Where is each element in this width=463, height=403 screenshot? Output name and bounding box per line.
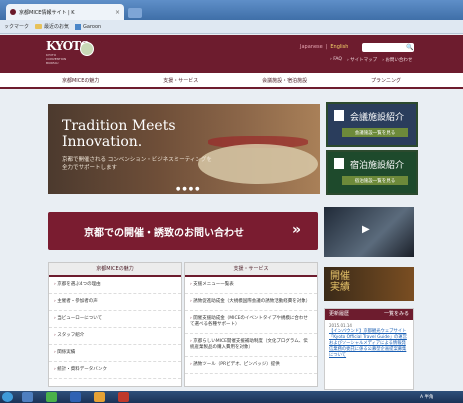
menu-header: 支援・サービス <box>185 263 317 277</box>
carousel-dots[interactable]: ●●●● <box>176 186 201 192</box>
excel-icon[interactable] <box>46 392 57 402</box>
lang-japanese-link[interactable]: Japanese <box>300 44 323 50</box>
bookmark-label: 最近のお気 <box>44 24 70 30</box>
nav-item-facilities[interactable]: 会議施設・宿泊施設 <box>262 77 307 84</box>
chrome-icon[interactable] <box>94 392 105 402</box>
bookmark-label: ックマーク <box>4 24 30 30</box>
hero-banner[interactable]: Tradition Meets Innovation. 京都で開催される コンベ… <box>48 104 320 194</box>
logo-text: KYOTO <box>46 39 91 53</box>
logo-subtitle: KYOTO CONVENTION BUREAU <box>46 53 67 65</box>
bookmark-item[interactable]: Garoon <box>75 23 102 30</box>
inquiry-text: 京都での開催・誘致のお問い合わせ <box>84 227 244 239</box>
sitemap-link[interactable]: › サイトマップ <box>347 57 377 63</box>
news-panel: 更新履歴 一覧をみる 2015.01.14 【インバウンド】京都観光ウェブサイト… <box>324 308 414 390</box>
main-nav: 京都MICEの魅力 支援・サービス 会議施設・宿泊施設 プランニング <box>0 73 463 89</box>
building-icon <box>334 110 344 121</box>
close-icon[interactable]: × <box>115 9 120 16</box>
bookmark-item[interactable]: ックマーク <box>4 23 29 30</box>
menu-item[interactable]: 支援メニュー一覧表 <box>185 277 317 294</box>
inquiry-banner[interactable]: 京都での開催・誘致のお問い合わせ <box>48 212 318 250</box>
nav-item-attractions[interactable]: 京都MICEの魅力 <box>62 77 99 84</box>
hero-subtitle: 京都で開催される コンベンション・ビジネスミーティングを 全力でサポートします <box>62 157 212 171</box>
menu-header: 京都MICEの魅力 <box>49 263 181 277</box>
menu-item[interactable]: 誘致ツール（PRビデオ、ピンバッジ）提供 <box>185 357 317 374</box>
contact-link[interactable]: › お問い合わせ <box>382 57 412 63</box>
venue-panel[interactable]: 会議施設紹介 会議施設一覧を見る <box>326 102 418 147</box>
lodging-panel[interactable]: 宿泊施設紹介 宿泊施設一覧を見る <box>326 150 418 195</box>
search-icon[interactable]: 🔍 <box>406 44 413 51</box>
play-icon[interactable]: ▶ <box>362 224 370 235</box>
menu-item[interactable]: 主催者・参加者の声 <box>49 294 181 311</box>
word-icon[interactable] <box>70 392 81 402</box>
news-date: 2015.01.14 <box>329 323 352 328</box>
faq-link[interactable]: › FAQ <box>330 57 342 63</box>
hero-title: Tradition Meets Innovation. <box>62 118 176 150</box>
folder-icon <box>35 24 43 29</box>
news-more-link[interactable]: 一覧をみる <box>384 309 409 320</box>
favicon-icon <box>10 9 16 15</box>
nav-item-support[interactable]: 支援・サービス <box>163 77 198 84</box>
news-title: 更新履歴 <box>329 311 350 317</box>
kaisai-banner-text: 開催 実績 <box>330 271 350 293</box>
support-menu: 支援・サービス 支援メニュー一覧表 誘致促進助成金（大規模国際会議の誘致活動経費… <box>184 262 318 387</box>
bookmarks-bar: ックマーク 最近のお気 Garoon <box>0 20 463 34</box>
browser-tab[interactable]: 京都MICE情報サイト | K × <box>6 4 124 20</box>
nav-item-planning[interactable]: プランニング <box>371 77 401 84</box>
new-tab-button[interactable] <box>128 8 142 18</box>
bookmark-item[interactable]: 最近のお気 <box>35 23 69 30</box>
lodging-list-button[interactable]: 宿泊施設一覧を見る <box>342 176 408 185</box>
start-button-icon[interactable] <box>2 392 13 402</box>
menu-item[interactable]: 誘致促進助成金（大規模国際会議の誘致活動経費を対象） <box>185 294 317 311</box>
kaisai-line1: 開催 <box>330 271 350 282</box>
lodging-panel-title: 宿泊施設紹介 <box>350 161 405 171</box>
menu-item[interactable]: 統計・資料データバンク <box>49 362 181 379</box>
news-link[interactable]: 【インバウンド】京都観光ウェブサイト「Kyoto Official Travel… <box>325 328 413 360</box>
hotel-icon <box>334 158 344 169</box>
hero-title-line1: Tradition Meets <box>62 118 176 134</box>
mascot-badge-icon <box>80 42 94 56</box>
menu-item[interactable]: 京都を選ぶ4つの理由 <box>49 277 181 294</box>
system-tray[interactable]: A 半角 <box>420 394 434 400</box>
tab-title: 京都MICE情報サイト | K <box>19 9 75 16</box>
menu-item[interactable]: 関係実績 <box>49 345 181 362</box>
menu-item[interactable]: 開催支援助成金（MICEのイベントタイプや規模に合わせて選べる各種サポート） <box>185 311 317 334</box>
explorer-icon[interactable] <box>22 392 33 402</box>
pdf-icon[interactable] <box>118 392 129 402</box>
kaisai-line2: 実績 <box>330 282 350 293</box>
garoon-icon <box>75 23 82 30</box>
lang-separator: | <box>325 44 328 50</box>
hero-table-image <box>198 144 318 184</box>
language-switch: Japanese | English <box>300 44 348 50</box>
venue-panel-title: 会議施設紹介 <box>350 113 405 123</box>
menu-item[interactable]: スタッフ紹介 <box>49 328 181 345</box>
venue-list-button[interactable]: 会議施設一覧を見る <box>342 128 408 137</box>
news-header: 更新履歴 一覧をみる <box>325 309 413 320</box>
header-links: › FAQ › サイトマップ › お問い合わせ <box>330 57 412 63</box>
hero-title-line2: Innovation. <box>62 134 143 150</box>
attractions-menu: 京都MICEの魅力 京都を選ぶ4つの理由 主催者・参加者の声 当ビューローについ… <box>48 262 182 387</box>
site-logo[interactable]: KYOTO KYOTO CONVENTION BUREAU <box>46 39 91 67</box>
double-arrow-icon: » <box>292 222 302 238</box>
bookmark-label: Garoon <box>83 23 102 30</box>
lang-english-link[interactable]: English <box>330 44 348 50</box>
menu-item[interactable]: 京都らしいMICE開催支援補助制度（文化プログラム、伝統産業製品の購入費用を対象… <box>185 334 317 357</box>
menu-item[interactable]: 当ビューローについて <box>49 311 181 328</box>
